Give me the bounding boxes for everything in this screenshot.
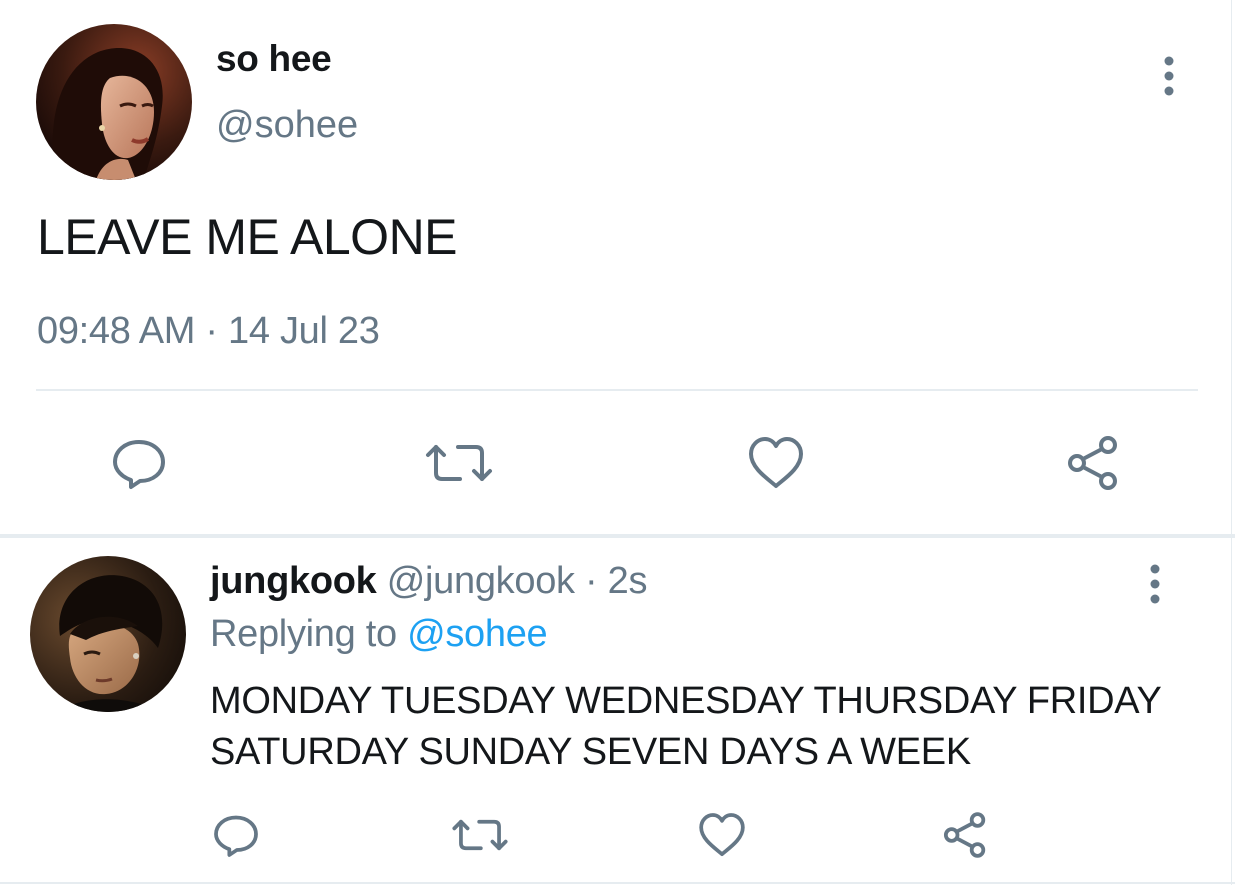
- reply-separator-dot: ·: [585, 560, 598, 602]
- like-icon: [749, 437, 803, 488]
- replying-to-link[interactable]: @sohee: [407, 613, 548, 655]
- reply-share-button[interactable]: [935, 805, 995, 865]
- reply-avatar[interactable]: [30, 556, 186, 712]
- reply-icon: [113, 440, 165, 489]
- reply-reply-button[interactable]: [206, 805, 266, 865]
- reply-display-name[interactable]: jungkook: [210, 560, 377, 602]
- like-button[interactable]: [741, 428, 811, 498]
- profile-photo-man: [30, 556, 186, 712]
- avatar[interactable]: [36, 24, 192, 180]
- more-options-icon[interactable]: [1154, 54, 1184, 98]
- right-border: [1231, 0, 1232, 885]
- replying-prefix: Replying to: [210, 613, 408, 655]
- share-button[interactable]: [1058, 428, 1128, 498]
- reply-button[interactable]: [104, 428, 174, 498]
- share-icon: [1068, 436, 1117, 490]
- reply-text: MONDAY TUESDAY WEDNESDAY THURSDAY FRIDAY…: [210, 680, 1161, 773]
- replying-to-line: Replying to @sohee: [210, 613, 548, 656]
- tweet-separator: [0, 534, 1235, 538]
- reply-user-handle[interactable]: @jungkook: [387, 560, 575, 602]
- share-icon: [943, 812, 986, 858]
- divider: [36, 389, 1198, 391]
- tweet-text: LEAVE ME ALONE: [37, 209, 458, 265]
- reply-icon: [214, 815, 258, 857]
- reply-header: jungkook @jungkook · 2s: [210, 560, 647, 603]
- retweet-icon: [452, 819, 508, 851]
- like-icon: [699, 813, 745, 857]
- reply-like-button[interactable]: [692, 805, 752, 865]
- reply-more-options-icon[interactable]: [1140, 562, 1170, 606]
- reply-retweet-button[interactable]: [450, 805, 510, 865]
- retweet-button[interactable]: [424, 428, 494, 498]
- tweet-timestamp[interactable]: 09:48 AM · 14 Jul 23: [37, 310, 380, 353]
- display-name[interactable]: so hee: [216, 38, 332, 80]
- bottom-border: [0, 882, 1235, 884]
- profile-photo-woman: [36, 24, 192, 180]
- user-handle[interactable]: @sohee: [216, 104, 358, 147]
- retweet-icon: [426, 445, 492, 481]
- reply-time[interactable]: 2s: [608, 560, 648, 602]
